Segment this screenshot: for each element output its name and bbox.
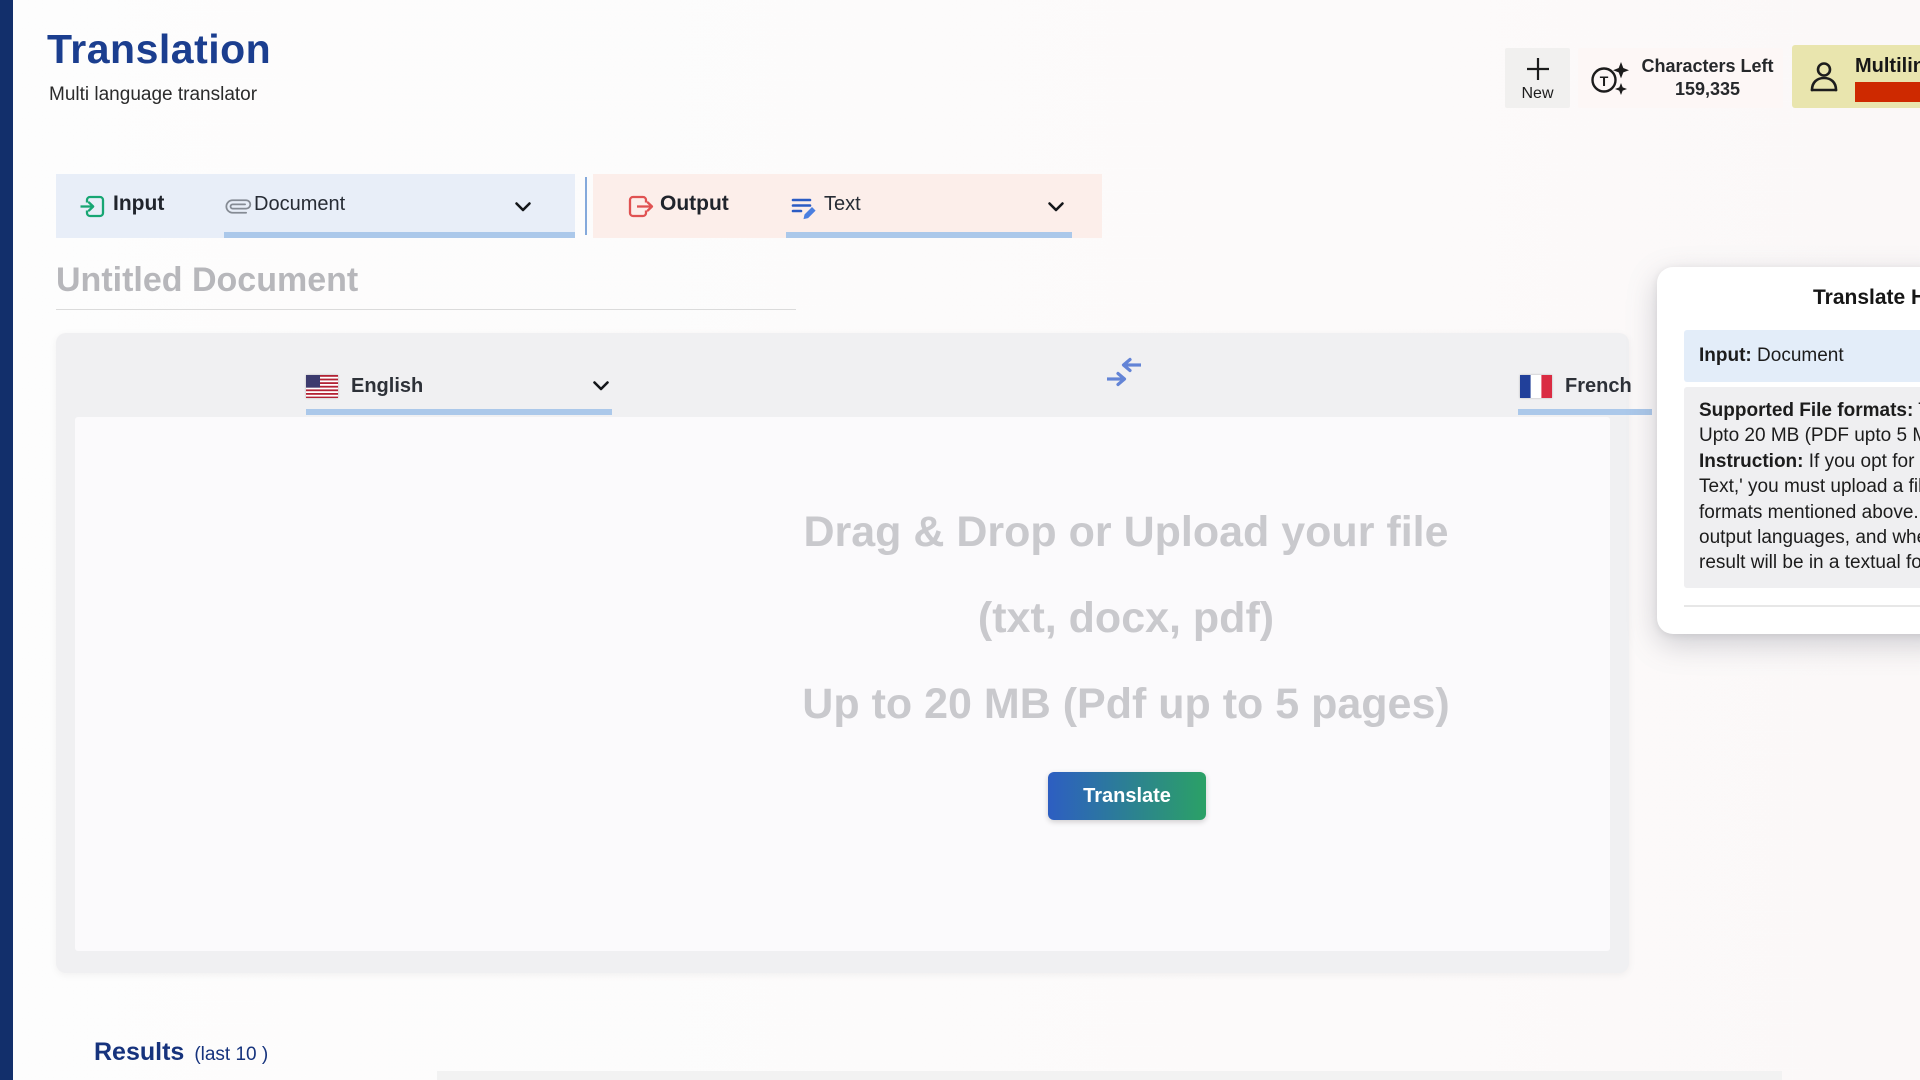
source-language-select[interactable]: English	[306, 363, 423, 409]
translate-button[interactable]: Translate	[1048, 772, 1206, 820]
help-input-row: Input: Document	[1684, 330, 1920, 382]
output-tab-label: Output	[660, 192, 729, 216]
us-flag-icon	[306, 375, 338, 398]
results-header: Results (last 10 )	[94, 1038, 268, 1067]
dropzone-line-3: Up to 20 MB (Pdf up to 5 pages)	[526, 661, 1726, 747]
translate-help-panel: Translate H Input: Document Supported Fi…	[1657, 267, 1920, 634]
characters-left-label: Characters Left	[1632, 55, 1783, 78]
new-button-label: New	[1521, 85, 1553, 103]
input-type-select-value[interactable]: Document	[254, 193, 345, 216]
help-info-line: Instruction: If you opt for 'In	[1699, 449, 1920, 474]
plan-badge-label: Multilin	[1855, 55, 1920, 78]
new-button[interactable]: New	[1505, 48, 1570, 108]
source-language-underline	[306, 409, 612, 415]
results-title: Results	[94, 1038, 184, 1067]
page-title: Translation	[47, 26, 271, 73]
dropzone-line-2: (txt, docx, pdf)	[526, 575, 1726, 661]
chevron-down-icon[interactable]	[512, 196, 534, 218]
help-input-label: Input:	[1699, 345, 1752, 367]
tab-separator	[585, 177, 587, 235]
output-tab[interactable]: Output Text	[593, 174, 1102, 238]
document-title-input[interactable]	[56, 252, 796, 310]
output-select-underline	[786, 232, 1072, 238]
left-edge-bar	[0, 0, 13, 1080]
plus-icon	[1523, 54, 1553, 84]
person-icon	[1806, 59, 1842, 95]
plan-usage-bar	[1855, 82, 1920, 102]
paperclip-icon	[226, 194, 251, 219]
chevron-down-icon[interactable]	[1045, 196, 1067, 218]
input-tab[interactable]: Input Document	[56, 174, 575, 238]
page-subtitle: Multi language translator	[49, 84, 257, 106]
source-language-label: English	[351, 375, 423, 398]
help-info-line: Text,' you must upload a file	[1699, 474, 1920, 499]
results-table-top-edge	[437, 1071, 1782, 1080]
character-count-icon: T	[1588, 56, 1632, 100]
help-input-value: Document	[1752, 345, 1844, 367]
target-language-select[interactable]: French	[1520, 363, 1632, 409]
target-language-label: French	[1565, 375, 1632, 398]
swap-languages-button[interactable]	[1105, 353, 1143, 391]
dropzone-line-1: Drag & Drop or Upload your file	[526, 489, 1726, 575]
help-info-line: output languages, and when	[1699, 525, 1920, 550]
help-panel-title: Translate H	[1813, 286, 1920, 310]
input-select-underline	[224, 232, 575, 238]
france-flag-icon	[1520, 375, 1552, 398]
help-info-line: formats mentioned above. A	[1699, 500, 1920, 525]
input-tab-label: Input	[113, 192, 164, 216]
svg-text:T: T	[1600, 73, 1609, 89]
translator-panel: English French Drag & Drop or Upload you…	[56, 333, 1629, 973]
help-panel-divider	[1684, 605, 1920, 607]
plan-badge[interactable]: Multilin	[1792, 45, 1920, 108]
help-info-box: Supported File formats: TX Upto 20 MB (P…	[1684, 387, 1920, 588]
help-info-line: result will be in a textual for	[1699, 550, 1920, 575]
dropzone-instructions: Drag & Drop or Upload your file (txt, do…	[526, 489, 1726, 747]
characters-left-value: 159,335	[1632, 78, 1783, 101]
target-language-underline	[1518, 409, 1652, 415]
output-type-select-value[interactable]: Text	[824, 193, 861, 216]
chevron-down-icon[interactable]	[590, 375, 612, 397]
characters-left-chip: T Characters Left 159,335	[1578, 48, 1783, 108]
output-icon	[627, 193, 654, 220]
results-subtitle: (last 10 )	[194, 1044, 268, 1066]
help-info-line: Supported File formats: TX	[1699, 398, 1920, 423]
file-dropzone[interactable]: Drag & Drop or Upload your file (txt, do…	[75, 417, 1610, 951]
text-edit-icon	[790, 193, 818, 221]
help-info-line: Upto 20 MB (PDF upto 5 MB	[1699, 423, 1920, 448]
input-icon	[79, 193, 106, 220]
